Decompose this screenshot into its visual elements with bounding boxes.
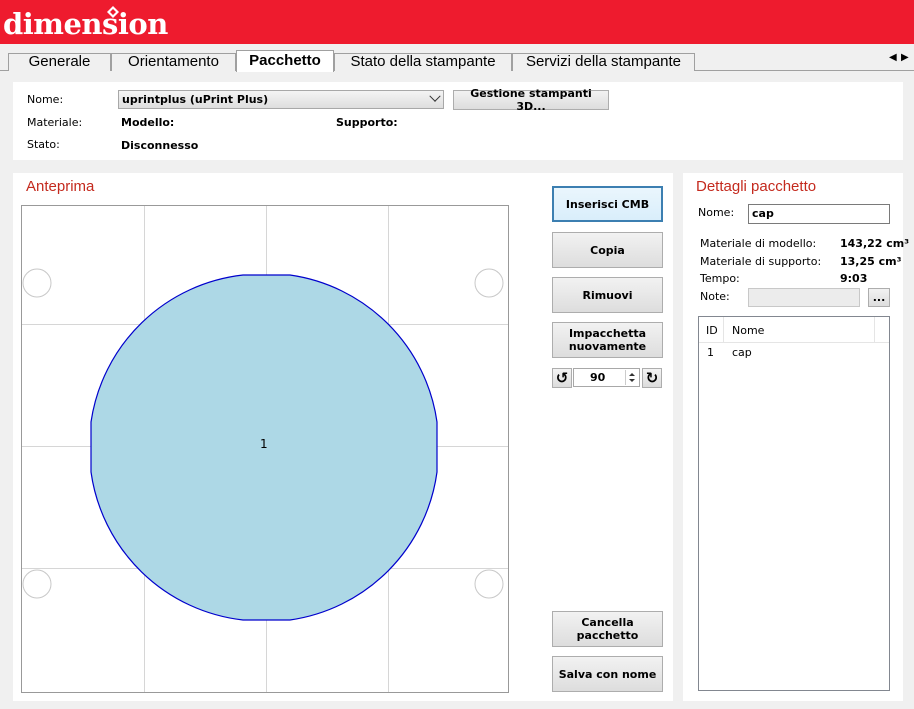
list-item[interactable]: 1 cap [699,344,889,362]
part-label: 1 [260,437,268,451]
manage-printers-button[interactable]: Gestione stampanti 3D... [453,87,609,113]
clear-package-button[interactable]: Cancella pacchetto [552,611,663,647]
rotation-stepper[interactable] [625,370,638,385]
rotation-input[interactable]: 90 [573,368,640,387]
support-label: Supporto: [336,116,398,129]
list-item-name: cap [732,346,752,359]
preview-title: Anteprima [26,178,95,195]
notes-label: Note: [700,290,730,303]
dimension-logo: dimension [3,7,168,41]
tab-generale[interactable]: Generale [8,53,111,71]
preview-area[interactable]: 1 [21,205,509,693]
material-label: Materiale: [27,116,83,129]
tab-scroll-right-icon[interactable]: ▶ [901,52,909,63]
package-name-input[interactable]: cap [748,204,890,224]
tab-scroll-left-icon[interactable]: ◀ [889,52,897,63]
model-material-value: 143,22 cm³ [840,237,910,250]
column-header-nome[interactable]: Nome [732,324,764,337]
chevron-down-icon [429,90,441,102]
model-label: Modello: [121,116,175,129]
corner-marker [474,268,504,298]
save-as-button[interactable]: Salva con nome [552,656,663,692]
corner-marker [22,569,52,599]
copy-button[interactable]: Copia [552,232,663,268]
printer-select-value: uprintplus (uPrint Plus) [122,93,269,106]
printer-select[interactable]: uprintplus (uPrint Plus) [118,90,444,109]
package-name-label: Nome: [698,206,735,219]
tab-pacchetto[interactable]: Pacchetto [236,50,334,72]
support-material-value: 13,25 cm³ [840,255,902,268]
insert-cmb-button[interactable]: Inserisci CMB [552,186,663,222]
column-header-id[interactable]: ID [706,324,718,337]
rotate-left-icon[interactable]: ↺ [552,368,572,388]
tab-servizi-stampante[interactable]: Servizi della stampante [512,53,695,71]
corner-marker [22,268,52,298]
status-value: Disconnesso [121,139,199,152]
app-header: dimension [0,0,914,44]
rotate-right-icon[interactable]: ↻ [642,368,662,388]
tab-stato-stampante[interactable]: Stato della stampante [334,53,512,71]
model-material-label: Materiale di modello: [700,237,817,250]
status-label: Stato: [27,138,60,151]
repack-button[interactable]: Impacchetta nuovamente [552,322,663,358]
rotation-value: 90 [590,371,606,384]
printer-name-label: Nome: [27,93,64,106]
notes-browse-button[interactable]: ... [868,288,890,307]
corner-marker [474,569,504,599]
tab-orientamento[interactable]: Orientamento [111,53,236,71]
support-material-label: Materiale di supporto: [700,255,822,268]
list-item-id: 1 [707,346,714,359]
time-value: 9:03 [840,272,868,285]
parts-list-header: ID Nome [699,317,889,343]
time-label: Tempo: [700,272,740,285]
remove-button[interactable]: Rimuovi [552,277,663,313]
notes-input[interactable] [748,288,860,307]
details-title: Dettagli pacchetto [696,178,817,195]
logo-diamond-icon [107,6,119,18]
parts-list[interactable]: ID Nome 1 cap [698,316,890,691]
